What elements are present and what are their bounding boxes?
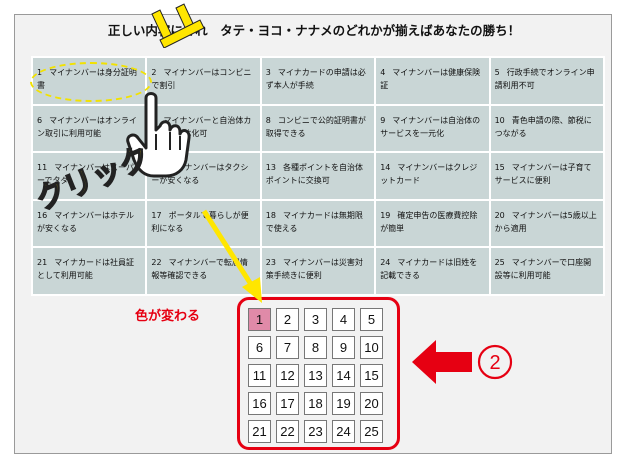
bingo-cell[interactable]: 24 マイナカードは旧姓を記載できる <box>375 247 490 295</box>
bingo-cell[interactable]: 19 確定申告の医療費控除が簡単 <box>375 199 490 248</box>
red-arrow-icon <box>412 340 472 384</box>
number-button[interactable]: 5 <box>360 308 383 331</box>
number-button[interactable]: 24 <box>332 420 355 443</box>
bingo-cell-text: マイナンバーで口座開設等に利用可能 <box>494 258 592 281</box>
bingo-cell-number: 9 <box>380 115 386 125</box>
bingo-cell-number: 17 <box>151 210 162 220</box>
bingo-cell-text: マイナカードは旧姓を記載できる <box>380 258 478 281</box>
bingo-cell-text: マイナンバーは子育てサービスに便利 <box>494 163 592 186</box>
bingo-cell-number: 20 <box>494 210 505 220</box>
bingo-cell-number: 21 <box>37 258 48 268</box>
bingo-cell-number: 15 <box>494 163 505 173</box>
number-button[interactable]: 25 <box>360 420 383 443</box>
bingo-cell-text: マイナンバーは災害対策手続きに便利 <box>265 258 363 281</box>
bingo-cell-text: 青色申請の際、節税につながる <box>494 115 592 138</box>
bingo-cell-text: マイナカードの申請は必ず本人が手続 <box>265 68 366 90</box>
bingo-cell[interactable]: 25 マイナンバーで口座開設等に利用可能 <box>489 247 604 295</box>
bingo-cell-number: 4 <box>380 68 386 77</box>
bingo-cell-number: 14 <box>380 163 391 173</box>
bingo-cell-text: マイナンバーは健康保険証 <box>380 68 481 90</box>
bingo-cell[interactable]: 5 行政手続でオンライン申請利用不可 <box>489 57 604 105</box>
number-button[interactable]: 8 <box>304 336 327 359</box>
number-button[interactable]: 21 <box>248 420 271 443</box>
bingo-cell[interactable]: 10 青色申請の際、節税につながる <box>489 104 604 153</box>
bingo-cell[interactable]: 23 マイナンバーは災害対策手続きに便利 <box>260 247 376 295</box>
bingo-cell[interactable]: 8 コンビニで公的証明書が取得できる <box>260 104 376 153</box>
bingo-cell-number: 6 <box>37 115 43 125</box>
color-change-label: 色が変わる <box>135 309 201 324</box>
bingo-cell[interactable]: 3 マイナカードの申請は必ず本人が手続 <box>260 57 376 105</box>
bingo-cell[interactable]: 18 マイナカードは無期限で使える <box>260 199 376 248</box>
number-button[interactable]: 19 <box>332 392 355 415</box>
bingo-cell-text: マイナンバーはクレジットカード <box>380 163 478 186</box>
bingo-cell-text: コンビニで公的証明書が取得できる <box>265 115 366 138</box>
bingo-cell-number: 24 <box>380 258 391 268</box>
number-button[interactable]: 20 <box>360 392 383 415</box>
number-button[interactable]: 4 <box>332 308 355 331</box>
number-button[interactable]: 16 <box>248 392 271 415</box>
bingo-cell-number: 5 <box>494 68 500 77</box>
number-button[interactable]: 18 <box>304 392 327 415</box>
bingo-cell-number: 10 <box>494 115 505 125</box>
number-button[interactable]: 14 <box>332 364 355 387</box>
bingo-cell-number: 25 <box>494 258 505 268</box>
bingo-cell-text: マイナンバーは自治体のサービスを一元化 <box>380 115 481 138</box>
bingo-cell[interactable]: 15 マイナンバーは子育てサービスに便利 <box>489 152 604 200</box>
number-button[interactable]: 9 <box>332 336 355 359</box>
bingo-cell-text: マイナカードは社員証として利用可能 <box>37 258 135 281</box>
bingo-cell-text: 各種ポイントを自治体ポイントに交換可 <box>265 163 363 186</box>
step-number-badge: 2 <box>477 344 513 380</box>
flash-lines-icon <box>151 3 205 48</box>
number-button[interactable]: 2 <box>276 308 299 331</box>
bingo-cell-text: マイナカードは無期限で使える <box>265 210 363 233</box>
number-button[interactable]: 13 <box>304 364 327 387</box>
bingo-cell-number: 3 <box>265 68 271 77</box>
bingo-cell[interactable]: 21 マイナカードは社員証として利用可能 <box>32 247 147 295</box>
bingo-cell[interactable]: 4 マイナンバーは健康保険証 <box>375 57 490 105</box>
number-button[interactable]: 23 <box>304 420 327 443</box>
bingo-cell-text: 行政手続でオンライン申請利用不可 <box>494 68 595 90</box>
number-button[interactable]: 22 <box>276 420 299 443</box>
number-button[interactable]: 17 <box>276 392 299 415</box>
yellow-arrow-icon <box>201 209 262 303</box>
number-button[interactable]: 12 <box>276 364 299 387</box>
bingo-cell-number: 19 <box>380 210 391 220</box>
bingo-cell[interactable]: 9 マイナンバーは自治体のサービスを一元化 <box>375 104 490 153</box>
bingo-cell-number: 13 <box>265 163 276 173</box>
number-button[interactable]: 7 <box>276 336 299 359</box>
number-button[interactable]: 11 <box>248 364 271 387</box>
bingo-cell-number: 22 <box>151 258 162 268</box>
number-picker-grid: 1 2 3 4 5 6 7 8 9 10 11 12 13 14 15 16 17 18 19 20 21 22 23 24 2… <box>248 308 383 443</box>
bingo-cell-number: 2 <box>151 68 157 77</box>
bingo-cell-number: 8 <box>265 115 271 125</box>
bingo-cell[interactable]: 20 マイナンバーは5歳以上から適用 <box>489 199 604 248</box>
number-button[interactable]: 3 <box>304 308 327 331</box>
number-button[interactable]: 10 <box>360 336 383 359</box>
bingo-cell-text: 確定申告の医療費控除が簡単 <box>380 210 478 233</box>
bingo-cell-text: マイナンバーはオンライン取引に利用可能 <box>37 115 137 138</box>
number-picker-panel: 1 2 3 4 5 6 7 8 9 10 11 12 13 14 15 16 17 18 19 20 21 22 23 24 2… <box>237 297 400 450</box>
bingo-cell-text: マイナンバーは5歳以上から適用 <box>494 210 597 233</box>
number-button[interactable]: 1 <box>248 308 271 331</box>
page-title: 正しい内容にそれ タテ・ヨコ・ナナメのどれかが揃えばあなたの勝ち！ <box>107 23 521 38</box>
bingo-cell[interactable]: 13 各種ポイントを自治体ポイントに交換可 <box>260 152 376 200</box>
number-button[interactable]: 15 <box>360 364 383 387</box>
bingo-cell[interactable]: 14 マイナンバーはクレジットカード <box>375 152 490 200</box>
bingo-cell-text: マイナンバーはコンビニで割引 <box>151 68 252 90</box>
number-button[interactable]: 6 <box>248 336 271 359</box>
step-number-text: 2 <box>489 352 500 374</box>
